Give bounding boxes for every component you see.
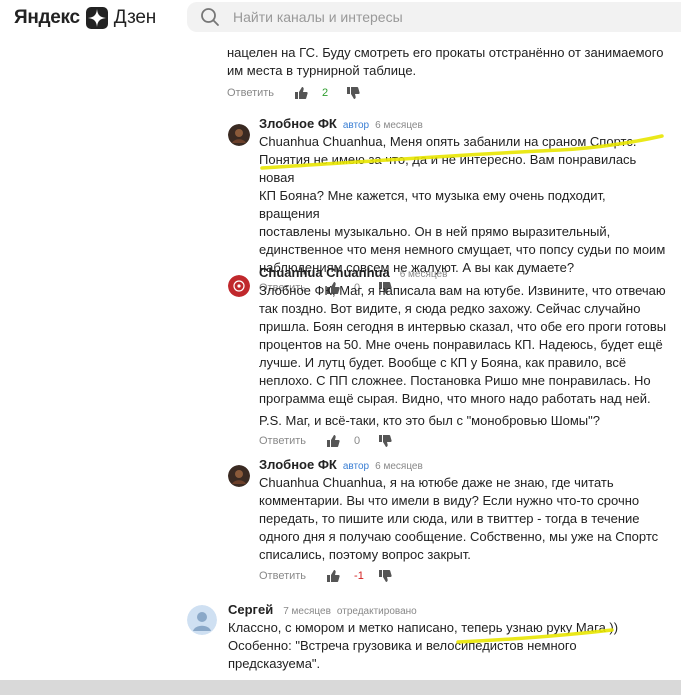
thumbs-down-icon[interactable] <box>378 434 392 448</box>
likes-count: 2 <box>322 87 329 99</box>
comment-text-line: Особенно: "Встреча грузовика и велосипед… <box>228 638 577 653</box>
comment-text-line: пришла. Боян сегодня в интервью сказал, … <box>259 319 667 334</box>
comment-actions: Ответить -1 <box>259 567 669 585</box>
comment-text-line: процентов на 50. Мне очень понравилась К… <box>259 337 663 352</box>
comment-text-ps: P.S. Маг, и всё-таки, кто это был с "мон… <box>259 413 600 428</box>
comment-actions: Ответить 0 <box>259 432 679 450</box>
thumbs-down-icon[interactable] <box>346 86 360 100</box>
comment-text-line: Chuanhua Chuanhua, я на ютюбе даже не зн… <box>259 475 614 490</box>
comment-author[interactable]: Злобное ФК <box>259 116 337 131</box>
comment-text-line: Классно, с юмором и метко написано, тепе… <box>228 620 619 635</box>
comment-time: 6 месяцев <box>399 269 448 280</box>
logo-text-zen: Дзен <box>113 7 157 28</box>
comment-text-line: Понятия не имею за что, да и не интересн… <box>259 152 637 185</box>
edited-label: отредактировано <box>336 606 417 617</box>
comment-text-line: неплохо. С ПП сложнее. Постановка Ришо м… <box>259 373 651 388</box>
comment-time: 6 месяцев <box>375 120 423 131</box>
avatar[interactable] <box>228 275 250 297</box>
comment-time: 6 месяцев <box>375 461 423 472</box>
author-badge: автор <box>342 120 370 131</box>
reply-link[interactable]: Ответить <box>259 570 306 582</box>
comment-text-line: поставлены музыкально. Он в ней прямо вы… <box>259 224 611 239</box>
comment-text-line: КП Бояна? Мне кажется, что музыка ему оч… <box>259 188 606 221</box>
comment-text-line: единственное что меня немного смущает, ч… <box>259 242 666 257</box>
comment-time: 7 месяцев <box>283 606 331 617</box>
comment-text-line: им места в турнирной таблице. <box>227 63 417 78</box>
comment-actions: Ответить 2 <box>227 84 667 102</box>
thumbs-up-icon[interactable] <box>326 569 340 583</box>
comment: Сергей 7 месяцев отредактировано Классно… <box>228 602 668 673</box>
search-box[interactable] <box>187 2 681 32</box>
top-bar: Яндекс Дзен <box>0 0 681 40</box>
comment-text-line: Chuanhua Chuanhua, Меня опять забанили н… <box>259 134 637 149</box>
avatar[interactable] <box>228 465 250 487</box>
comment-text-line: предсказуема". <box>228 656 321 671</box>
logo-text-yandex: Яндекс <box>14 7 80 28</box>
likes-count: -1 <box>354 570 364 582</box>
comment: Chuanhua Chuanhua 6 месяцев Злобное ФК, … <box>259 265 679 450</box>
zen-logo-icon <box>85 7 108 29</box>
comment-text-line: передать, то пишите или сюда, или в твит… <box>259 511 640 526</box>
comment-text-line: одного дня я получаю сообщение. Собствен… <box>259 529 659 544</box>
comment-text-line: программа ещё сырая. Видно, что много на… <box>259 391 651 406</box>
comment-author[interactable]: Злобное ФК <box>259 457 337 472</box>
comment-text-line: списались, поэтому вопрос закрыт. <box>259 547 471 562</box>
reply-link[interactable]: Ответить <box>259 435 306 447</box>
search-input[interactable] <box>231 8 635 26</box>
comment-text-line: так поздно. Вот видите, я сюда редко зах… <box>259 301 641 316</box>
comment: Злобное ФК автор 6 месяцев Chuanhua Chua… <box>259 457 669 585</box>
comment-text-line: лучше. И лутц будет. Вообще с КП у Бояна… <box>259 355 627 370</box>
yandex-zen-logo[interactable]: Яндекс Дзен <box>14 6 156 30</box>
avatar[interactable] <box>187 605 217 635</box>
bottom-scrollbar[interactable] <box>0 680 681 695</box>
search-icon <box>199 6 221 28</box>
comment-author[interactable]: Chuanhua Chuanhua <box>259 265 390 280</box>
comment-partial: нацелен на ГС. Буду смотреть его прокаты… <box>227 44 667 102</box>
thumbs-down-icon[interactable] <box>378 569 392 583</box>
comment-text-line: Злобное ФК, Маг, я написала вам на ютубе… <box>259 283 666 298</box>
thumbs-up-icon[interactable] <box>294 86 308 100</box>
author-badge: автор <box>342 461 370 472</box>
comment-author[interactable]: Сергей <box>228 602 273 617</box>
comment-text-line: нацелен на ГС. Буду смотреть его прокаты… <box>227 45 664 60</box>
likes-count: 0 <box>354 435 361 447</box>
avatar[interactable] <box>228 124 250 146</box>
reply-link[interactable]: Ответить <box>227 87 274 99</box>
thumbs-up-icon[interactable] <box>326 434 340 448</box>
comment-text-line: комментарии. Вы что имели в виду? Если н… <box>259 493 640 508</box>
